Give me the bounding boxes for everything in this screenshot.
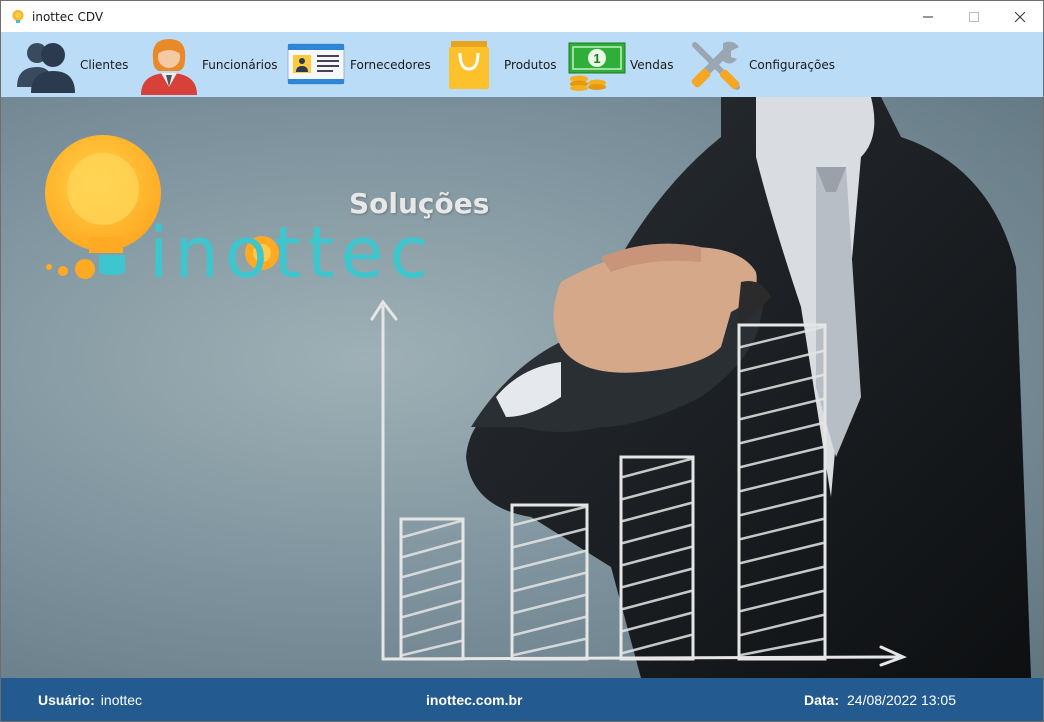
toolbar-configuracoes-button[interactable]: Configurações	[689, 32, 835, 97]
status-user: Usuário: inottec	[38, 678, 143, 721]
maximize-button[interactable]	[951, 1, 997, 32]
toolbar-fornecedores-button[interactable]: Fornecedores	[287, 32, 431, 97]
status-site: inottec.com.br	[426, 678, 523, 721]
toolbar-vendas-button[interactable]: 1 Vendas	[567, 32, 674, 97]
logo-brand: inottec	[149, 212, 435, 294]
clients-icon	[17, 42, 75, 93]
toolbar-label-funcionarios: Funcionários	[202, 57, 278, 72]
site-text: inottec.com.br	[426, 692, 523, 708]
toolbar-produtos-button[interactable]: Produtos	[447, 32, 557, 97]
close-icon	[1015, 11, 1025, 22]
background-illustration	[45, 97, 1031, 678]
app-window: inottec CDV Clientes Funcionários Fornec…	[0, 0, 1044, 722]
toolbar-label-clientes: Clientes	[80, 57, 129, 72]
toolbar-label-fornecedores: Fornecedores	[350, 57, 431, 72]
date-label: Data:	[804, 692, 840, 708]
toolbar-funcionarios-button[interactable]: Funcionários	[139, 32, 278, 97]
supplier-card-icon	[287, 43, 345, 84]
main-toolbar: Clientes Funcionários Fornecedores Produ…	[1, 32, 1043, 97]
title-bar[interactable]: inottec CDV	[1, 1, 1043, 32]
money-icon: 1	[568, 42, 626, 91]
user-value: inottec	[100, 692, 143, 708]
minimize-button[interactable]	[905, 1, 951, 32]
window-controls	[905, 1, 1043, 32]
tools-icon	[691, 41, 740, 90]
status-bar: Usuário: inottec inottec.com.br Data: 24…	[1, 678, 1043, 721]
close-button[interactable]	[997, 1, 1043, 32]
svg-text:1: 1	[593, 51, 600, 66]
user-label: Usuário:	[38, 692, 95, 708]
maximize-icon	[969, 11, 979, 22]
toolbar-label-configuracoes: Configurações	[749, 57, 835, 72]
main-background-area: Soluções inottec	[1, 97, 1043, 678]
toolbar-clientes-button[interactable]: Clientes	[15, 32, 128, 97]
shopping-bag-icon	[449, 40, 489, 89]
status-date: Data: 24/08/2022 13:05	[804, 678, 957, 721]
lightbulb-icon	[12, 9, 24, 23]
employee-icon	[141, 38, 197, 95]
date-value: 24/08/2022 13:05	[847, 692, 957, 708]
minimize-icon	[923, 16, 933, 17]
window-title: inottec CDV	[32, 9, 104, 24]
toolbar-label-produtos: Produtos	[504, 57, 557, 72]
toolbar-label-vendas: Vendas	[630, 57, 674, 72]
